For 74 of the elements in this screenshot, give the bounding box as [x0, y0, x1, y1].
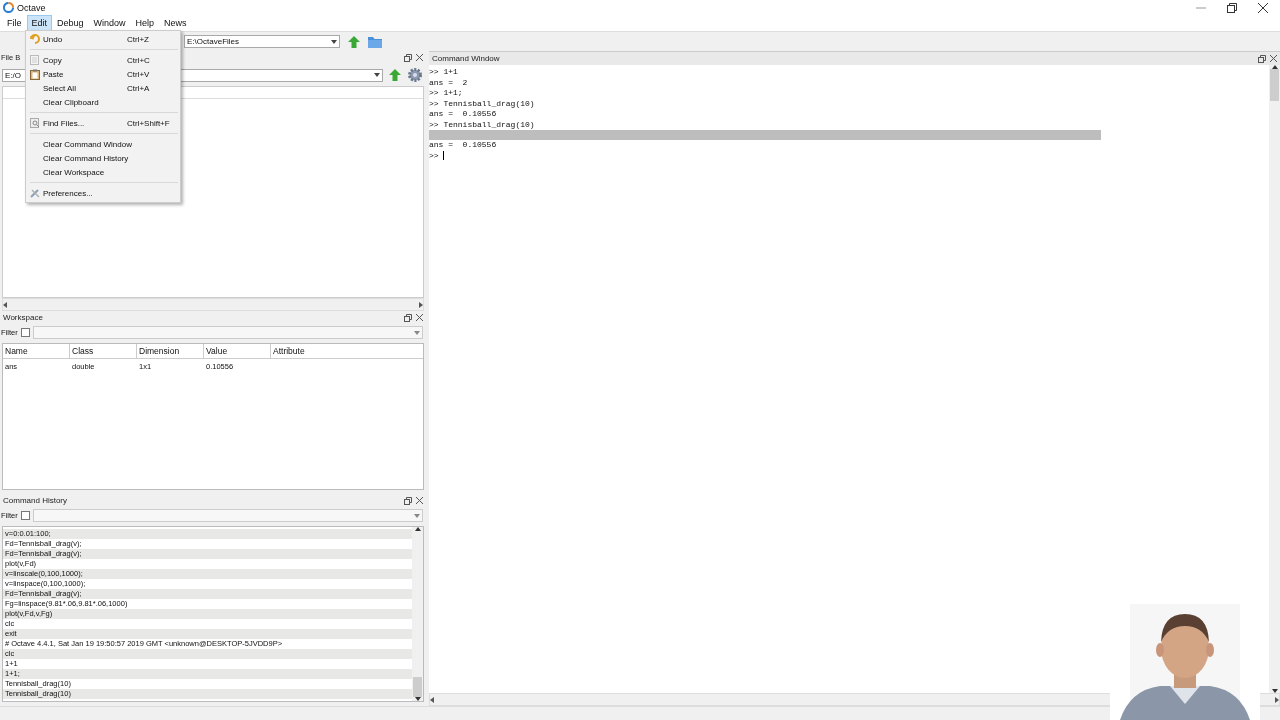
filter-checkbox[interactable]: [20, 511, 30, 520]
window-title: Octave: [17, 2, 46, 13]
menu-entry[interactable]: Clear Workspace: [26, 165, 180, 179]
document-icon: [30, 55, 39, 65]
caret-icon: [331, 39, 337, 44]
left-arrow-icon[interactable]: [3, 301, 7, 308]
maximize-icon[interactable]: [1227, 2, 1237, 13]
menu-entry[interactable]: Copy Ctrl+C: [26, 53, 180, 67]
undock-icon[interactable]: [1258, 54, 1266, 63]
menu-entry[interactable]: Undo Ctrl+Z: [26, 32, 180, 46]
text-cursor: [442, 151, 444, 161]
filter-field[interactable]: [32, 326, 423, 339]
menu-item[interactable]: Window: [88, 15, 131, 31]
vertical-scrollbar[interactable]: [1269, 65, 1280, 693]
tools-icon: [29, 188, 40, 198]
undock-icon[interactable]: [404, 496, 412, 505]
caret-icon: [414, 513, 420, 518]
close-icon[interactable]: [1258, 2, 1268, 13]
console-line: >> 1+1: [429, 67, 459, 78]
down-arrow-icon[interactable]: [1271, 689, 1278, 693]
panel-title: Workspace: [3, 313, 43, 322]
menu-item[interactable]: News: [159, 15, 192, 31]
caret-icon: [414, 330, 420, 335]
right-arrow-icon[interactable]: [419, 301, 423, 308]
menu-item[interactable]: File: [2, 15, 27, 31]
menu-item[interactable]: Debug: [52, 15, 89, 31]
menu-entry[interactable]: Preferences...: [26, 186, 180, 200]
column-header[interactable]: Class: [70, 344, 137, 358]
up-arrow-icon[interactable]: [1271, 65, 1278, 69]
close-icon[interactable]: [1270, 55, 1277, 62]
filter-field[interactable]: [32, 509, 423, 522]
console-line: ans = 0.10556: [429, 140, 498, 151]
scroll-thumb[interactable]: [413, 677, 422, 697]
menu-entry[interactable]: Clear Command Window: [26, 137, 180, 151]
undock-icon[interactable]: [404, 53, 412, 62]
menu-entry[interactable]: Find Files... Ctrl+Shift+F: [26, 116, 180, 130]
column-header[interactable]: Dimension: [137, 344, 204, 358]
column-header[interactable]: Attribute: [271, 344, 423, 358]
left-arrow-icon[interactable]: [430, 696, 434, 703]
console-line: ans = 2: [429, 77, 469, 88]
down-arrow-icon[interactable]: [414, 697, 421, 701]
undock-icon[interactable]: [404, 313, 412, 322]
panel-title: Command Window: [432, 54, 500, 63]
close-icon[interactable]: [416, 314, 423, 321]
scroll-thumb[interactable]: [1270, 69, 1279, 101]
close-icon[interactable]: [416, 497, 423, 504]
vertical-scrollbar[interactable]: [412, 527, 423, 701]
up-arrow-icon[interactable]: [414, 527, 421, 531]
menu-entry[interactable]: Clear Clipboard: [26, 95, 180, 109]
horizontal-scrollbar[interactable]: [2, 298, 424, 311]
column-header[interactable]: Value: [204, 344, 271, 358]
filter-checkbox[interactable]: [20, 328, 30, 337]
menu-entry[interactable]: Select All Ctrl+A: [26, 81, 180, 95]
caret-icon: [374, 73, 380, 77]
octave-logo-icon: [3, 2, 14, 13]
menu-item[interactable]: Edit: [26, 15, 53, 31]
close-icon[interactable]: [416, 54, 423, 61]
console-prompt: >>: [429, 150, 439, 161]
menu-entry[interactable]: Clear Command History: [26, 151, 180, 165]
right-arrow-icon[interactable]: [1275, 696, 1279, 703]
console-line: ans = 0.10556: [429, 109, 498, 120]
clipboard-icon: [29, 68, 40, 80]
undo-icon: [29, 34, 40, 44]
column-header[interactable]: Name: [3, 344, 70, 358]
menu-entry[interactable]: Paste Ctrl+V: [26, 67, 180, 81]
search-icon: [29, 118, 40, 128]
console-line: >> Tennisball_drag(10): [429, 98, 536, 109]
console-line: >> Tennisball_drag(10): [429, 119, 536, 130]
console-line: >> 1+1;: [429, 88, 464, 99]
gear-icon[interactable]: [407, 67, 423, 83]
folder-icon[interactable]: [368, 35, 382, 48]
current-directory-field[interactable]: E:\OctaveFiles: [184, 35, 340, 48]
panel-title: Command History: [3, 496, 67, 505]
menu-item[interactable]: Help: [130, 15, 160, 31]
